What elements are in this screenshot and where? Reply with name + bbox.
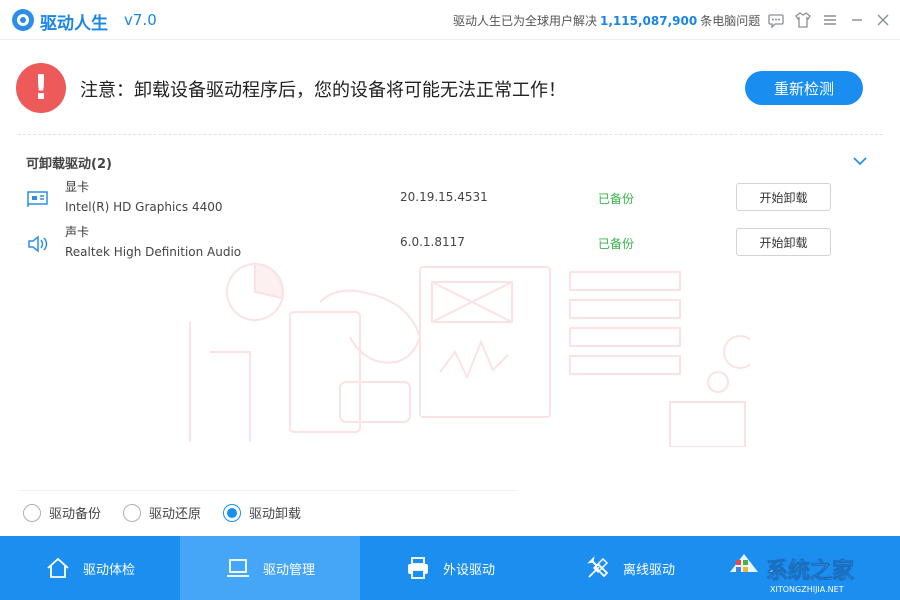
menu-icon[interactable] <box>820 10 840 30</box>
bottom-nav: 驱动体检 驱动管理 外设驱动 离线驱动 <box>0 536 900 600</box>
driver-status: 已备份 <box>598 237 635 251</box>
nav-item-checkup[interactable]: 驱动体检 <box>0 536 180 600</box>
stats-suffix: 条电脑问题 <box>700 14 761 28</box>
driver-type: 声卡 <box>65 225 90 239</box>
stats-prefix: 驱动人生已为全球用户解决 <box>453 14 598 28</box>
nav-item-manage[interactable]: 驱动管理 <box>180 536 360 600</box>
radio-label: 驱动卸载 <box>249 507 302 522</box>
driver-status: 已备份 <box>598 192 635 206</box>
shirt-icon[interactable] <box>793 10 813 30</box>
warning-text: 注意：卸载设备驱动程序后，您的设备将可能无法正常工作！ <box>80 80 566 101</box>
close-icon[interactable] <box>873 10 893 30</box>
speaker-icon <box>26 233 50 255</box>
printer-icon <box>407 557 428 579</box>
minimize-icon[interactable] <box>847 10 867 30</box>
nav-item-more[interactable] <box>720 536 900 600</box>
radio-circle[interactable] <box>123 503 141 522</box>
graphics-card-icon <box>26 188 50 210</box>
divider <box>18 490 518 491</box>
divider <box>18 134 883 135</box>
recheck-button[interactable]: 重新检测 <box>745 71 863 105</box>
nav-label: 离线驱动 <box>622 562 675 578</box>
home-icon <box>47 557 69 578</box>
uninstall-button[interactable]: 开始卸载 <box>736 228 831 256</box>
background-illustration <box>189 262 750 447</box>
nav-label: 驱动体检 <box>82 562 135 578</box>
app-logo-icon <box>12 9 34 31</box>
radio-circle[interactable] <box>23 503 41 522</box>
driver-type: 显卡 <box>65 180 90 194</box>
radio-label: 驱动还原 <box>149 507 202 522</box>
nav-item-offline[interactable]: 离线驱动 <box>540 536 720 600</box>
radio-circle[interactable] <box>223 503 241 522</box>
radio-uninstall[interactable]: 驱动卸载 <box>223 503 301 522</box>
chevron-down-icon[interactable] <box>850 151 870 171</box>
driver-row-graphics: 显卡 Intel(R) HD Graphics 4400 20.19.15.45… <box>0 178 900 224</box>
section-title: 可卸载驱动(2) <box>26 157 112 172</box>
nav-item-peripheral[interactable]: 外设驱动 <box>360 536 540 600</box>
stats-number: 1,115,087,900 <box>600 14 698 28</box>
title-bar: 驱动人生 v7.0 驱动人生已为全球用户解决 1,115,087,900 条电脑问题 <box>0 0 900 40</box>
warning-icon: ! <box>16 63 66 113</box>
app-title: 驱动人生 <box>40 14 108 34</box>
tools-icon <box>587 556 609 578</box>
nav-label: 驱动管理 <box>262 562 315 578</box>
nav-label: 外设驱动 <box>442 562 495 578</box>
stats-text: 驱动人生已为全球用户解决 1,115,087,900 条电脑问题 <box>453 12 760 29</box>
driver-version: 6.0.1.8117 <box>400 235 465 249</box>
driver-row-audio: 声卡 Realtek High Definition Audio 6.0.1.8… <box>0 223 900 269</box>
driver-name: Realtek High Definition Audio <box>65 245 242 259</box>
radio-restore[interactable]: 驱动还原 <box>123 503 201 522</box>
uninstall-button[interactable]: 开始卸载 <box>736 183 831 211</box>
radio-label: 驱动备份 <box>49 507 102 522</box>
chat-icon[interactable] <box>766 10 786 30</box>
laptop-icon <box>226 559 249 577</box>
app-version: v7.0 <box>124 11 157 29</box>
driver-version: 20.19.15.4531 <box>400 190 488 204</box>
radio-backup[interactable]: 驱动备份 <box>23 503 101 522</box>
driver-name: Intel(R) HD Graphics 4400 <box>65 200 223 214</box>
